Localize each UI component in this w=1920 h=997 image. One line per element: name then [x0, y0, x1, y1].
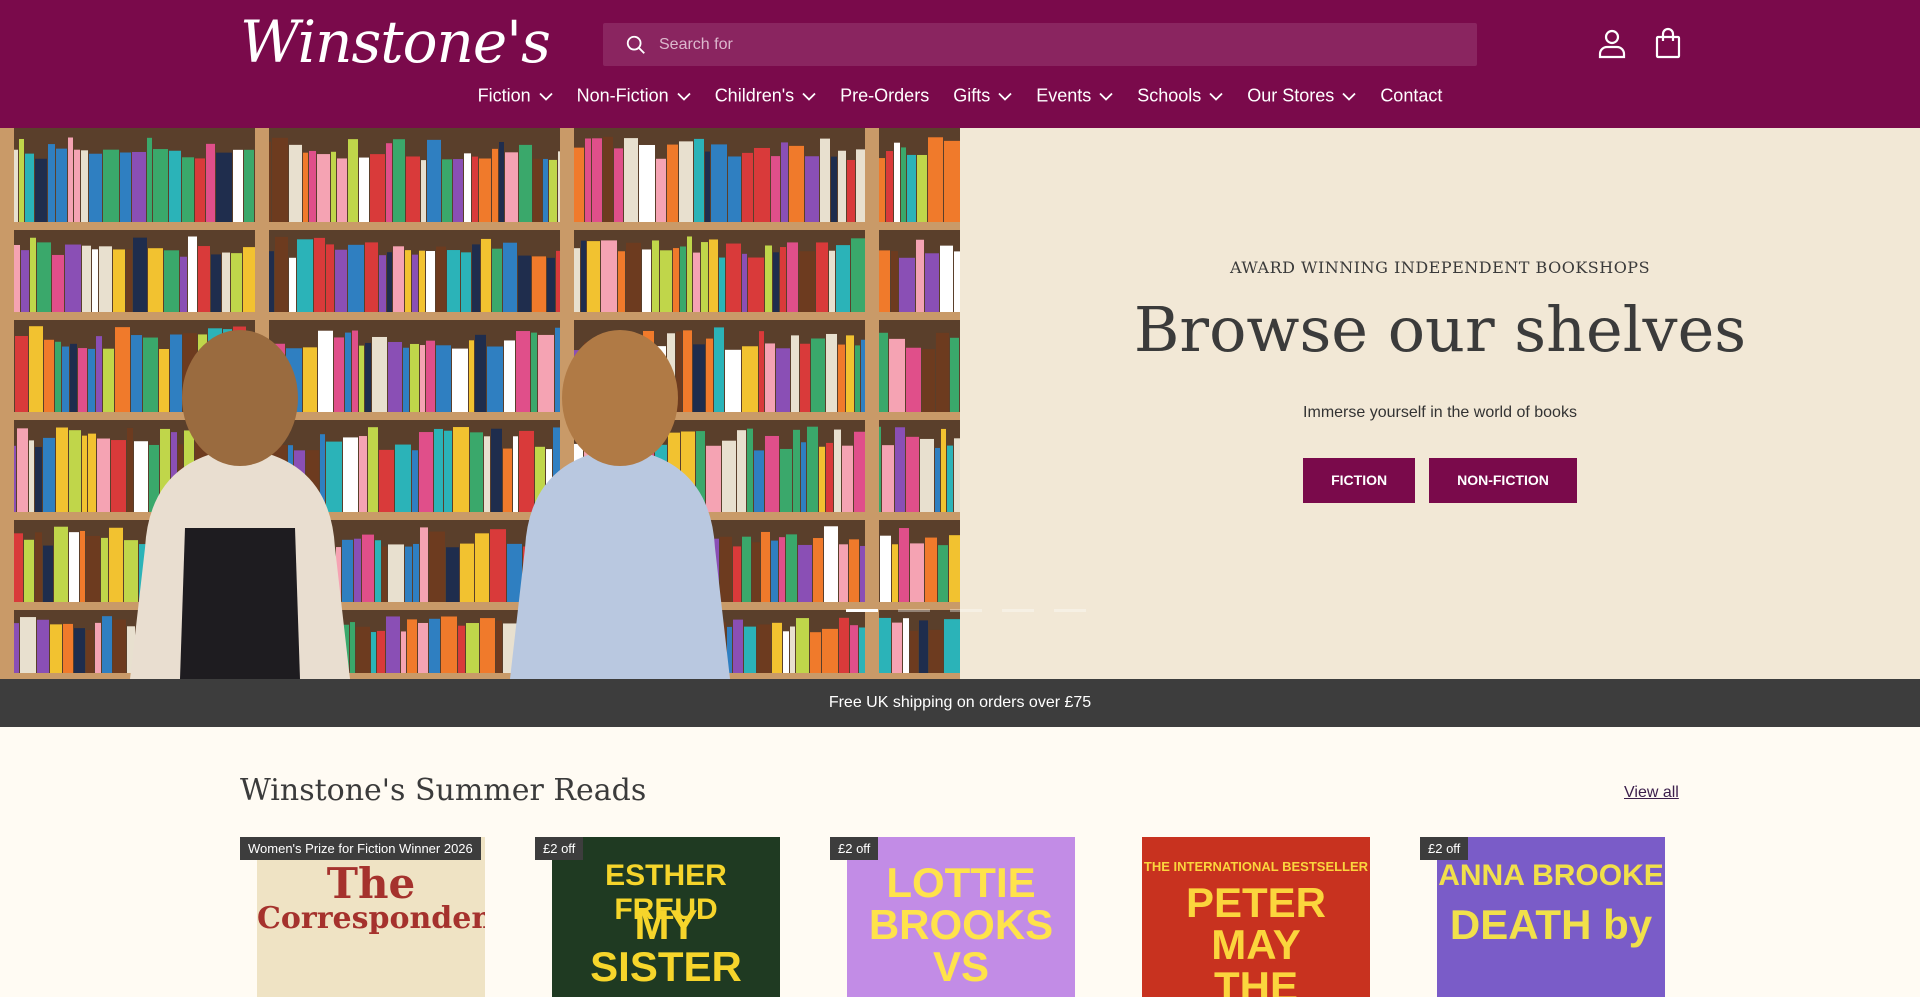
cover-title-line: SISTER	[590, 943, 742, 990]
book-card[interactable]: Women's Prize for Fiction Winner 2026 The…	[240, 837, 485, 997]
book-carousel: Women's Prize for Fiction Winner 2026 The…	[240, 837, 1665, 997]
promo-badge: £2 off	[535, 837, 584, 860]
site-logo[interactable]: Winstone's	[240, 8, 551, 76]
view-all-link[interactable]: View all	[1624, 784, 1679, 802]
chevron-down-icon	[1209, 92, 1223, 101]
slide-dot[interactable]	[846, 609, 878, 612]
hero-eyebrow: AWARD WINNING INDEPENDENT BOOKSHOPS	[1229, 258, 1651, 277]
chevron-down-icon	[998, 92, 1012, 101]
book-cover[interactable]: ANNA BROOKE DEATH by	[1437, 837, 1665, 997]
nav-item-fiction[interactable]: Fiction	[466, 86, 565, 107]
nav-item-our-stores[interactable]: Our Stores	[1235, 86, 1368, 107]
nav-item-non-fiction[interactable]: Non-Fiction	[565, 86, 703, 107]
cover-title-line: PETER	[1185, 879, 1327, 926]
book-cover[interactable]: LOTTIE BROOKS VS	[847, 837, 1075, 997]
nav-item-label: Contact	[1380, 85, 1443, 106]
book-cover[interactable]: The Correspondent	[257, 837, 485, 997]
book-card[interactable]: THE INTERNATIONAL BESTSELLER PETER MAY THE	[1125, 837, 1370, 997]
hero-subtitle: Immerse yourself in the world of books	[1303, 404, 1577, 421]
non-fiction-button[interactable]: NON-FICTION	[1429, 458, 1577, 503]
hero-banner: AWARD WINNING INDEPENDENT BOOKSHOPS Brow…	[0, 128, 1920, 679]
book-card[interactable]: £2 off ANNA BROOKE DEATH by	[1420, 837, 1665, 997]
nav-item-schools[interactable]: Schools	[1125, 86, 1235, 107]
slide-dot[interactable]	[950, 609, 982, 612]
promo-badge: Women's Prize for Fiction Winner 2026	[240, 837, 481, 860]
hero-buttons: FICTION NON-FICTION	[960, 458, 1920, 503]
site-header: Winstone's Fiction Non-Fiction Children's P…	[0, 0, 1920, 128]
shopping-bag-icon[interactable]	[1652, 27, 1684, 59]
cover-title-line: VS	[932, 943, 990, 990]
chevron-down-icon	[539, 92, 553, 101]
book-cover[interactable]: THE INTERNATIONAL BESTSELLER PETER MAY THE	[1142, 837, 1370, 997]
book-card[interactable]: £2 off LOTTIE BROOKS VS	[830, 837, 1075, 997]
nav-item-label: Gifts	[953, 85, 991, 106]
section-title: Winstone's Summer Reads	[240, 773, 647, 808]
nav-item-label: Events	[1036, 85, 1092, 106]
chevron-down-icon	[1099, 92, 1113, 101]
nav-item-label: Non-Fiction	[576, 85, 669, 106]
cover-title-line: THE	[1214, 963, 1298, 997]
cover-title-line: LOTTIE	[886, 859, 1036, 906]
hero-image	[0, 128, 960, 679]
nav-item-label: Schools	[1137, 85, 1202, 106]
cover-title-line: BROOKS	[868, 901, 1054, 948]
chevron-down-icon	[802, 92, 816, 101]
main-nav: Fiction Non-Fiction Children's Pre-Orders Gi…	[0, 86, 1920, 107]
cover-title-line: ANNA BROOKE	[1438, 859, 1664, 892]
cover-title-line: Correspondent	[257, 901, 485, 936]
promo-badge: £2 off	[830, 837, 879, 860]
nav-item-pre-orders[interactable]: Pre-Orders	[828, 86, 941, 107]
fiction-button[interactable]: FICTION	[1303, 458, 1416, 503]
nav-item-events[interactable]: Events	[1024, 86, 1125, 107]
cover-title-line: DEATH by	[1449, 901, 1653, 948]
slide-dot[interactable]	[898, 609, 930, 612]
slide-indicators	[846, 609, 1086, 612]
promo-badge: £2 off	[1420, 837, 1469, 860]
slide-dot[interactable]	[1002, 609, 1034, 612]
shipping-banner: Free UK shipping on orders over £75	[0, 679, 1920, 727]
cover-title-line: MY	[634, 901, 698, 948]
nav-item-label: Children's	[714, 85, 795, 106]
nav-item-label: Our Stores	[1247, 85, 1335, 106]
nav-item-children-s[interactable]: Children's	[703, 86, 828, 107]
chevron-down-icon	[1342, 92, 1356, 101]
slide-dot[interactable]	[1054, 609, 1086, 612]
account-icon[interactable]	[1596, 27, 1628, 59]
hero-content: AWARD WINNING INDEPENDENT BOOKSHOPS Brow…	[960, 128, 1920, 679]
nav-item-label: Pre-Orders	[840, 85, 930, 106]
search-icon	[626, 35, 645, 54]
cover-title-line: MAY	[1211, 921, 1301, 968]
book-cover[interactable]: ESTHER FREUD MY SISTER	[552, 837, 780, 997]
nav-item-contact[interactable]: Contact	[1368, 86, 1454, 107]
search-bar[interactable]	[603, 23, 1477, 66]
nav-item-label: Fiction	[477, 85, 531, 106]
search-input[interactable]	[659, 35, 1419, 54]
nav-item-gifts[interactable]: Gifts	[941, 86, 1024, 107]
hero-title: Browse our shelves	[1133, 293, 1747, 366]
cover-title-line: THE INTERNATIONAL BESTSELLER	[1143, 859, 1369, 874]
chevron-down-icon	[677, 92, 691, 101]
book-card[interactable]: £2 off ESTHER FREUD MY SISTER	[535, 837, 780, 997]
